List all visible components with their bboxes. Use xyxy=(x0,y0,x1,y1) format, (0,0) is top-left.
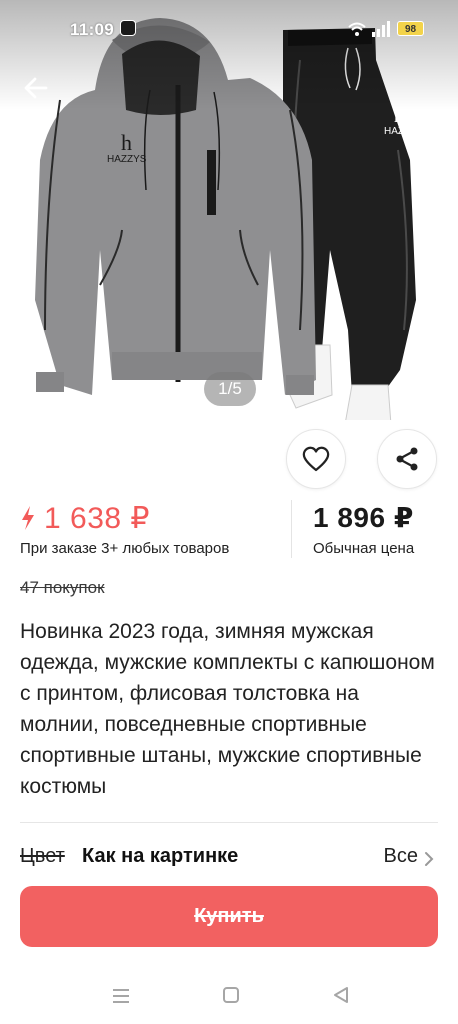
favorite-button[interactable] xyxy=(286,429,346,489)
menu-icon[interactable] xyxy=(112,988,130,1004)
chevron-right-icon xyxy=(425,852,434,866)
deal-price-note: При заказе 3+ любых товаров xyxy=(20,540,230,557)
share-icon xyxy=(396,447,418,471)
battery-icon: 98 xyxy=(397,21,424,36)
svg-text:HAZZYS: HAZZYS xyxy=(384,126,424,137)
heart-icon xyxy=(302,446,330,472)
svg-text:HAZZYS: HAZZYS xyxy=(107,154,147,165)
share-button[interactable] xyxy=(377,429,437,489)
signal-icon xyxy=(372,21,390,37)
regular-price-note: Обычная цена xyxy=(313,540,415,557)
image-counter: 1/5 xyxy=(204,372,256,406)
color-value: Как на картинке xyxy=(82,845,239,867)
color-selector[interactable]: Цвет Как на картинке Все xyxy=(20,845,438,873)
deal-price: 1 638 ₽ xyxy=(44,501,150,535)
regular-price: 1 896 ₽ xyxy=(313,502,414,533)
buy-button[interactable]: Купить xyxy=(20,886,438,947)
purchase-count: 47 покупок xyxy=(20,578,105,597)
color-all-link[interactable]: Все xyxy=(384,845,418,868)
app-notification-icon xyxy=(120,20,136,36)
system-nav-bar xyxy=(0,966,458,1024)
product-title: Новинка 2023 года, зимняя мужская одежда… xyxy=(20,620,435,798)
regular-price-block: 1 896 ₽ Обычная цена xyxy=(313,498,414,557)
status-time: 11:09 xyxy=(70,20,115,39)
wifi-icon xyxy=(348,22,366,36)
deal-price-block: 1 638 ₽ При заказе 3+ любых товаров xyxy=(20,498,285,558)
nav-back-icon[interactable] xyxy=(332,986,350,1004)
home-icon[interactable] xyxy=(223,987,239,1003)
divider xyxy=(20,822,438,823)
svg-text:h: h xyxy=(121,130,132,155)
color-label: Цвет xyxy=(20,845,65,867)
product-image-gallery[interactable]: HAZZYS h HAZZYS h 11:09 98 1/5 xyxy=(0,0,458,420)
price-divider xyxy=(291,500,292,558)
flash-icon xyxy=(22,506,34,530)
back-arrow-icon[interactable] xyxy=(18,70,54,106)
status-bar: 11:09 98 xyxy=(0,0,458,58)
